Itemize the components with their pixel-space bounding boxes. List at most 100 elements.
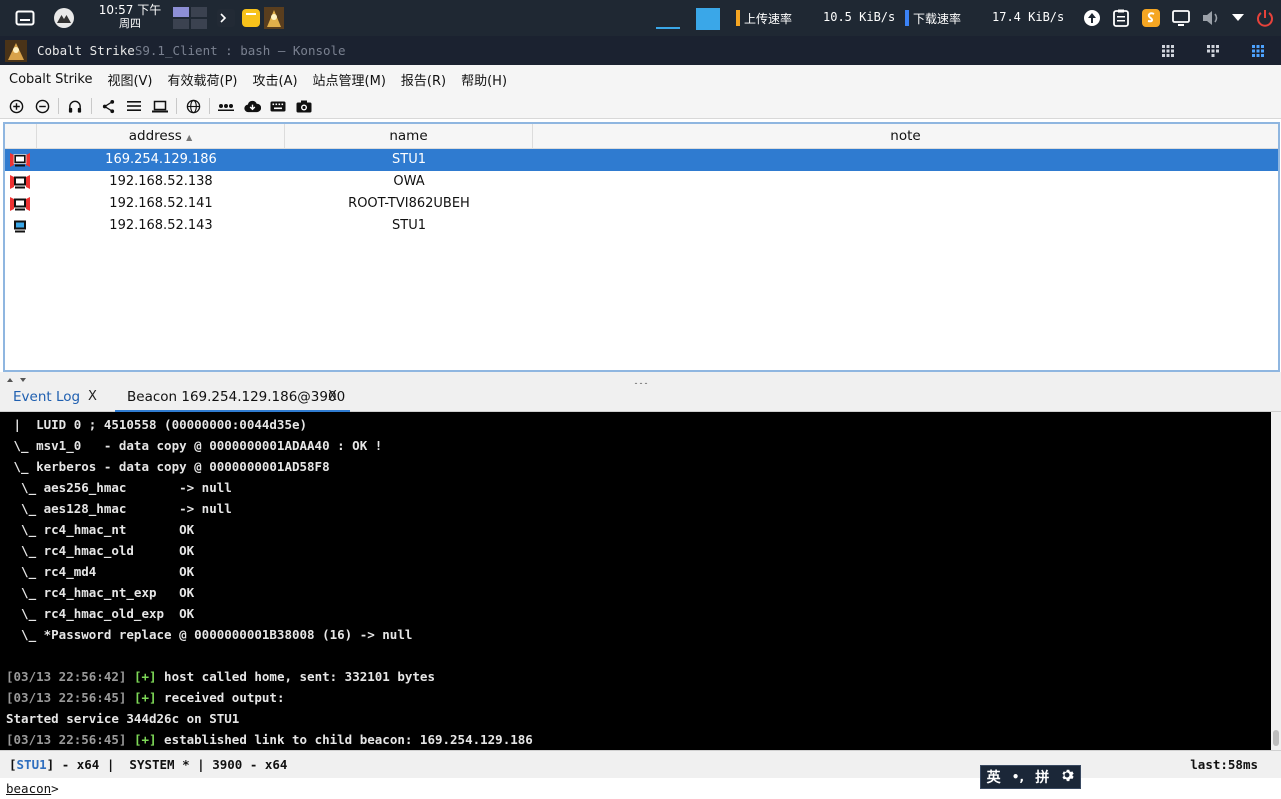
menu-site-management[interactable]: 站点管理(M) (313, 70, 386, 89)
ime-pinyin-mode[interactable]: 拼 (1035, 767, 1049, 787)
download-rate-value: 17.4 KiB/s (992, 10, 1065, 24)
status-bracket: [ (9, 757, 17, 772)
tab-event-log[interactable]: Event Log (13, 384, 80, 412)
cobalt-strike-app-icon[interactable] (264, 7, 284, 29)
table-row[interactable]: 192.168.52.143 STU1 (5, 215, 1278, 237)
grid-large-icon[interactable] (1250, 43, 1266, 59)
upload-rate-bar (736, 10, 740, 26)
ime-language-toggle[interactable]: 英 (987, 767, 1001, 787)
targets-laptop-icon[interactable] (151, 97, 169, 115)
pivot-graph-share-icon[interactable] (99, 97, 117, 115)
window-title-rest: 9.1_Client : bash — Konsole (142, 43, 346, 58)
table-row[interactable]: 192.168.52.141 ROOT-TVI862UBEH (5, 193, 1278, 215)
notes-app-icon[interactable] (241, 8, 261, 28)
downloads-cloud-icon[interactable] (243, 97, 261, 115)
console-line: \_ aes128_hmac -> null (6, 501, 232, 516)
console-tabs: Event Log X Beacon 169.254.129.186@3900 … (0, 384, 1281, 412)
tab-event-log-close-button[interactable]: X (88, 384, 97, 412)
clock-time: 10:57 下午 (98, 3, 162, 17)
toolbar-separator (58, 98, 59, 114)
prompt-suffix: > (51, 781, 59, 796)
toolbar-separator (176, 98, 177, 114)
menu-payloads[interactable]: 有效载荷(P) (168, 70, 238, 89)
column-header-address[interactable]: address ▲ (37, 124, 285, 149)
system-panel: 10:57 下午 周四 上传速率 10.5 KiB/s 下载速率 17.4 Ki… (0, 0, 1281, 36)
menu-reporting[interactable]: 报告(R) (401, 70, 446, 89)
toolbar-separator (91, 98, 92, 114)
cell-address: 192.168.52.143 (109, 218, 213, 233)
table-row[interactable]: 192.168.52.138 OWA (5, 171, 1278, 193)
app-icon (5, 40, 27, 62)
launcher-icon[interactable] (53, 7, 75, 29)
console-line: \_ *Password replace @ 0000000001B38008 … (6, 627, 413, 642)
window-minimized-indicator[interactable] (656, 10, 680, 30)
beacon-console-output[interactable]: | LUID 0 ; 4510558 (00000000:0044d35e) \… (0, 412, 1271, 750)
console-line: \_ rc4_hmac_nt OK (6, 522, 195, 537)
menu-view[interactable]: 视图(V) (107, 70, 152, 89)
keystrokes-keyboard-icon[interactable] (269, 97, 287, 115)
workspace-switcher[interactable] (172, 6, 208, 30)
clipboard-icon[interactable] (1111, 8, 1131, 28)
console-line: | LUID 0 ; 4510558 (00000000:0044d35e) (6, 417, 308, 432)
console-line: \_ rc4_md4 OK (6, 564, 195, 579)
disconnect-button[interactable] (33, 97, 51, 115)
clock[interactable]: 10:57 下午 周四 (90, 3, 170, 31)
session-list-icon[interactable] (125, 97, 143, 115)
menu-cobalt-strike[interactable]: Cobalt Strike (9, 72, 92, 87)
console-scrollbar-thumb[interactable] (1273, 730, 1279, 746)
menu-attacks[interactable]: 攻击(A) (253, 70, 298, 89)
beacon-admin-icon (9, 174, 31, 190)
column-header-note[interactable]: note (533, 124, 1278, 149)
log-line: [03/13 22:56:42] [+] host called home, s… (6, 666, 435, 687)
beacon-admin-icon (9, 152, 31, 168)
console-scrollbar[interactable] (1271, 412, 1281, 750)
power-icon[interactable] (1255, 8, 1275, 28)
tab-beacon[interactable]: Beacon 169.254.129.186@3900 (127, 384, 345, 412)
menu-bar: Cobalt Strike 视图(V) 有效载荷(P) 攻击(A) 站点管理(M… (0, 65, 1281, 93)
chevron-down-icon[interactable] (1229, 10, 1247, 26)
console-line: \_ rc4_hmac_nt_exp OK (6, 585, 195, 600)
toolbar (0, 93, 1281, 119)
window-title-bar[interactable]: Cobalt StrikeS9.1_Client : bash — Konsol… (0, 36, 1281, 65)
console-line: \_ rc4_hmac_old_exp OK (6, 606, 195, 621)
credentials-icon[interactable] (217, 97, 235, 115)
new-connection-button[interactable] (7, 97, 25, 115)
status-host: STU1 (16, 757, 47, 772)
log-timestamp: [03/13 22:56:45] (6, 732, 127, 747)
beacon-command-input[interactable]: beacon> (0, 778, 1281, 799)
sogou-input-icon[interactable] (1141, 8, 1161, 28)
pane-splitter[interactable] (0, 372, 1281, 386)
volume-icon[interactable] (1200, 8, 1222, 28)
grid-small-icon[interactable] (1160, 43, 1176, 59)
menu-help[interactable]: 帮助(H) (461, 70, 507, 89)
cell-address: 192.168.52.138 (109, 174, 213, 189)
grid-medium-icon[interactable] (1205, 43, 1221, 59)
log-message: Started service 344d26c on STU1 (6, 711, 240, 726)
ime-toolbar[interactable]: 英 •, 拼 (980, 765, 1081, 789)
cell-name: STU1 (392, 152, 426, 167)
table-row[interactable]: 169.254.129.186 STU1 (5, 149, 1278, 171)
active-window-indicator[interactable] (696, 8, 720, 30)
beacon-admin-icon (9, 196, 31, 212)
prompt-label: beacon (6, 781, 52, 796)
ime-settings-gear-icon[interactable] (1060, 768, 1075, 786)
status-last-checkin: last:58ms (1190, 757, 1258, 772)
ime-punctuation-toggle[interactable]: •, (1012, 770, 1024, 784)
console-line: \_ msv1_0 - data copy @ 0000000001ADAA40… (6, 438, 383, 453)
table-header: address ▲ name note (5, 124, 1278, 149)
tab-beacon-close-button[interactable]: X (328, 384, 337, 412)
column-header-icon[interactable] (5, 124, 37, 149)
window-title: Cobalt StrikeS9.1_Client : bash — Konsol… (37, 43, 346, 58)
column-header-name[interactable]: name (285, 124, 533, 149)
screenshots-camera-icon[interactable] (295, 97, 313, 115)
terminal-icon[interactable] (216, 8, 236, 28)
cell-address: 169.254.129.186 (105, 152, 217, 167)
show-desktop-icon[interactable] (14, 9, 36, 27)
cell-name: OWA (393, 174, 425, 189)
listeners-headphones-icon[interactable] (66, 97, 84, 115)
log-message: received output: (156, 690, 285, 705)
download-rate-label: 下载速率 (913, 12, 962, 26)
web-log-globe-icon[interactable] (184, 97, 202, 115)
display-icon[interactable] (1171, 8, 1191, 28)
update-icon[interactable] (1082, 8, 1102, 28)
